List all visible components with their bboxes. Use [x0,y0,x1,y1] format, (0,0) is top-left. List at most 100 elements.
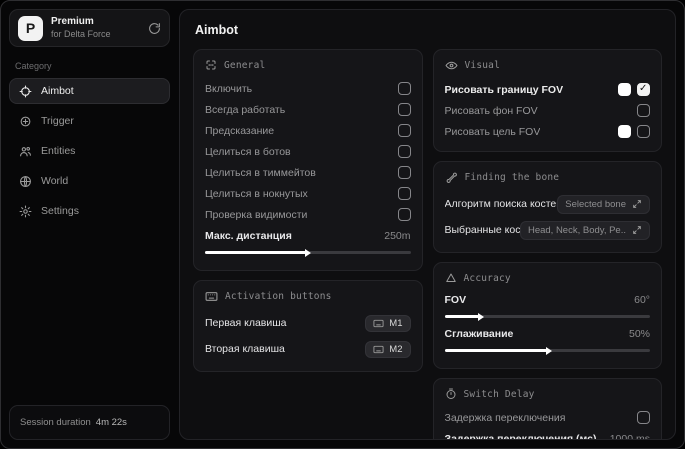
trigger-icon [19,115,32,128]
first-keybind-button[interactable]: M1 [365,314,411,332]
bone-algorithm-row: Алгоритм поиска костей Selected bone [445,191,650,217]
draw-fov-target-row: Рисовать цель FOV [445,121,650,142]
session-duration-value: 4m 22s [95,417,127,428]
second-key-row: Вторая клавиша M2 [205,336,411,362]
triangle-target-icon [445,272,457,284]
draw-fov-background-checkbox[interactable] [637,104,650,117]
sync-icon[interactable] [148,22,161,35]
draw-fov-background-row: Рисовать фон FOV [445,100,650,121]
keyboard-icon [373,318,384,329]
smoothing-value: 50% [628,328,650,340]
prediction-checkbox[interactable] [397,124,411,137]
target-teammates-checkbox[interactable] [397,166,411,179]
keybind-value: M1 [389,317,403,329]
scan-icon [205,59,217,71]
app-logo: P [18,15,43,41]
checkbox-row-always-work: Всегда работать [205,99,411,120]
second-keybind-button[interactable]: M2 [365,340,411,358]
switch-delay-checkbox-row: Задержка переключения [445,407,650,428]
selected-bones-select[interactable]: Head, Neck, Body, Pe.. [519,220,650,240]
sidebar-item-label: World [41,175,69,187]
checkbox-row-prediction: Предсказание [205,120,411,141]
entities-icon [19,145,32,158]
draw-fov-border-row: Рисовать границу FOV [445,79,650,100]
draw-fov-target-checkbox[interactable] [637,125,650,138]
smoothing-slider[interactable] [444,349,650,352]
switch-delay-ms-label: Задержка переключения (мс) [444,433,597,440]
sidebar-item-label: Entities [41,145,76,157]
eye-icon [444,59,458,72]
checkbox-row-target-knocked: Целиться в нокнутых [205,183,411,204]
checkbox-row-enable: Включить [205,78,411,99]
checkbox-row-visibility-check: Проверка видимости [205,204,411,225]
max-distance-label: Макс. дистанция [205,230,292,242]
session-duration-card: Session duration 4m 22s [9,405,170,440]
fov-slider[interactable] [444,315,650,318]
brand-subtitle: for Delta Force [51,28,111,39]
target-bots-checkbox[interactable] [397,145,411,158]
sidebar-item-aimbot[interactable]: Aimbot [9,78,170,104]
checkbox-row-target-teammates: Целиться в тиммейтов [205,162,411,183]
sidebar-item-entities[interactable]: Entities [9,138,170,164]
sidebar-item-settings[interactable]: Settings [9,198,170,224]
always-work-checkbox[interactable] [397,103,411,116]
keyboard-icon [205,290,218,303]
main-panel: Aimbot General Включить Всегда работать … [179,9,676,440]
visual-card: Visual Рисовать границу FOV Рисовать фон… [432,49,662,152]
switch-delay-slider-row: Задержка переключения (мс) 1000 ms [444,430,651,440]
timer-icon [445,388,457,400]
sidebar-item-label: Settings [41,205,79,217]
bone-algorithm-select[interactable]: Selected bone [557,194,650,214]
expand-icon [632,225,642,235]
max-distance-value: 250m [384,230,411,242]
general-header: General [224,59,266,71]
selected-bones-row: Выбранные кости Head, Neck, Body, Pe.. [445,217,650,243]
fov-border-color-swatch[interactable] [618,83,631,96]
enable-checkbox[interactable] [397,82,411,95]
draw-fov-border-checkbox[interactable] [637,83,650,96]
general-card: General Включить Всегда работать Предска… [193,49,423,271]
fov-value: 60° [634,294,650,306]
accuracy-card: Accuracy FOV 60° Сглаживание 50% [432,262,662,369]
globe-icon [19,175,32,188]
smoothing-label: Сглаживание [444,328,514,340]
switch-delay-header: Switch Delay [463,388,535,400]
sidebar-nav: Aimbot Trigger Entities World Settings [9,78,170,228]
switch-delay-card: Switch Delay Задержка переключения Задер… [432,378,662,440]
sidebar: P Premium for Delta Force Category Aimbo… [9,9,170,440]
expand-icon [632,199,642,209]
session-duration-label: Session duration [20,417,91,428]
visibility-check-checkbox[interactable] [397,208,411,221]
max-distance-slider-row: Макс. дистанция 250m [205,227,411,254]
page-title: Aimbot [195,23,239,37]
fov-target-color-swatch[interactable] [618,125,631,138]
keyboard-icon [373,344,384,355]
target-knocked-checkbox[interactable] [397,187,411,200]
bone-icon [445,171,458,184]
sidebar-item-label: Aimbot [41,85,74,97]
fov-slider-row: FOV 60° [444,291,650,318]
crosshair-icon [19,85,32,98]
keybind-value: M2 [389,343,403,355]
accuracy-header: Accuracy [463,272,511,284]
brand-title: Premium [51,16,94,28]
max-distance-slider[interactable] [205,251,411,254]
finding-bone-header: Finding the bone [464,172,560,183]
app-window: P Premium for Delta Force Category Aimbo… [0,0,685,449]
sidebar-item-trigger[interactable]: Trigger [9,108,170,134]
switch-delay-checkbox[interactable] [637,411,650,424]
finding-bone-card: Finding the bone Алгоритм поиска костей … [432,161,662,253]
checkbox-row-target-bots: Целиться в ботов [205,141,411,162]
sidebar-item-label: Trigger [41,115,74,127]
gear-icon [19,205,32,218]
activation-buttons-card: Activation buttons Первая клавиша M1 Вто… [193,280,423,372]
category-label: Category [15,61,52,71]
fov-label: FOV [444,294,467,306]
brand-card: P Premium for Delta Force [9,9,170,47]
smoothing-slider-row: Сглаживание 50% [444,325,650,352]
switch-delay-ms-value: 1000 ms [609,433,650,440]
activation-header: Activation buttons [225,291,332,302]
visual-header: Visual [464,60,501,71]
sidebar-item-world[interactable]: World [9,168,170,194]
first-key-row: Первая клавиша M1 [205,310,411,336]
